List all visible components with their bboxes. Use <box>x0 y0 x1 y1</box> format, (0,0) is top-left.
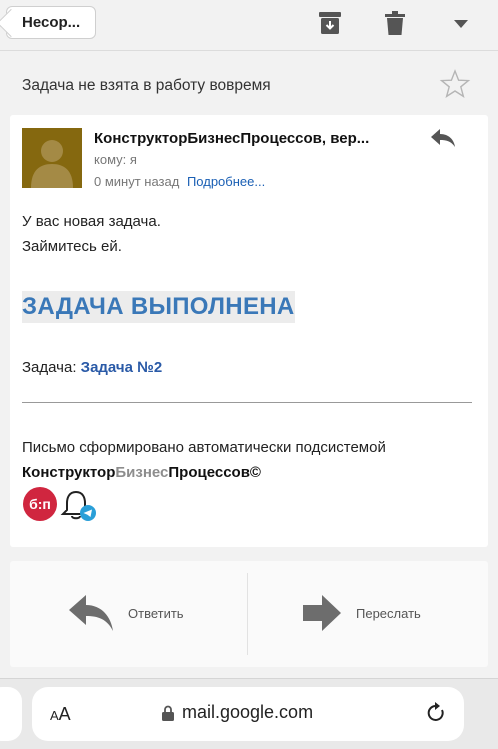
reply-large-icon <box>69 595 113 631</box>
body-line-2: Займитесь ей. <box>22 238 122 255</box>
reply-icon[interactable] <box>430 128 456 148</box>
lock-icon <box>162 705 174 721</box>
brand-name: КонструкторБизнесПроцессов© <box>22 460 386 485</box>
task-label: Задача: <box>22 359 77 376</box>
archive-icon[interactable] <box>319 11 341 35</box>
footer-text: Письмо сформировано автоматически подсис… <box>22 435 386 485</box>
message-body: У вас новая задача. Займитесь ей. <box>22 209 161 259</box>
divider <box>22 402 472 403</box>
brand-part-2: Бизнес <box>115 464 169 481</box>
body-line-1: У вас новая задача. <box>22 213 161 230</box>
brand-part-1: Конструктор <box>22 464 116 481</box>
address-bar[interactable]: AA mail.google.com <box>32 687 464 741</box>
message-card: КонструкторБизнесПроцессов, вер... кому:… <box>10 115 488 547</box>
url-text: mail.google.com <box>182 702 314 722</box>
time-line: 0 минут назад Подробнее... <box>94 174 265 189</box>
footer-line: Письмо сформировано автоматически подсис… <box>22 439 386 456</box>
forward-button[interactable]: Переслать <box>302 594 421 632</box>
default-avatar-icon <box>31 140 73 188</box>
reload-icon[interactable] <box>426 702 446 724</box>
reply-button[interactable]: Ответить <box>68 594 184 632</box>
dropdown-arrow-icon[interactable] <box>454 20 468 28</box>
forward-icon <box>303 595 341 631</box>
url-display[interactable]: mail.google.com <box>162 702 313 723</box>
avatar <box>22 128 82 188</box>
back-button[interactable]: Несор... <box>0 6 96 39</box>
star-icon[interactable] <box>439 68 471 100</box>
brand-part-3: Процессов© <box>168 464 261 481</box>
recipient-line: кому: я <box>94 152 137 167</box>
logo-row: б:п <box>22 486 112 529</box>
status-heading: ЗАДАЧА ВЫПОЛНЕНА <box>22 291 295 323</box>
bell-telegram-icon <box>60 490 96 521</box>
logo-icons: б:п <box>23 487 96 521</box>
text-size-button[interactable]: AA <box>50 704 71 725</box>
sender-name[interactable]: КонструкторБизнесПроцессов, вер... <box>94 130 424 147</box>
email-subject: Задача не взята в работу вовремя <box>22 77 271 94</box>
reply-label: Ответить <box>128 605 184 621</box>
trash-icon[interactable] <box>385 11 405 35</box>
back-button-label: Несор... <box>22 14 81 31</box>
svg-text:б:п: б:п <box>29 496 51 512</box>
forward-label: Переслать <box>356 605 421 621</box>
details-link[interactable]: Подробнее... <box>187 174 265 189</box>
top-toolbar: Несор... <box>0 0 498 51</box>
action-divider <box>247 573 248 655</box>
sent-time: 0 минут назад <box>94 174 180 189</box>
bp-logo-icon: б:п <box>23 487 57 521</box>
previous-tab-stub[interactable] <box>0 687 22 741</box>
task-link[interactable]: Задача №2 <box>81 359 163 376</box>
action-card: Ответить Переслать <box>10 561 488 667</box>
task-line: Задача: Задача №2 <box>22 359 162 376</box>
browser-bar: AA mail.google.com <box>0 678 498 749</box>
